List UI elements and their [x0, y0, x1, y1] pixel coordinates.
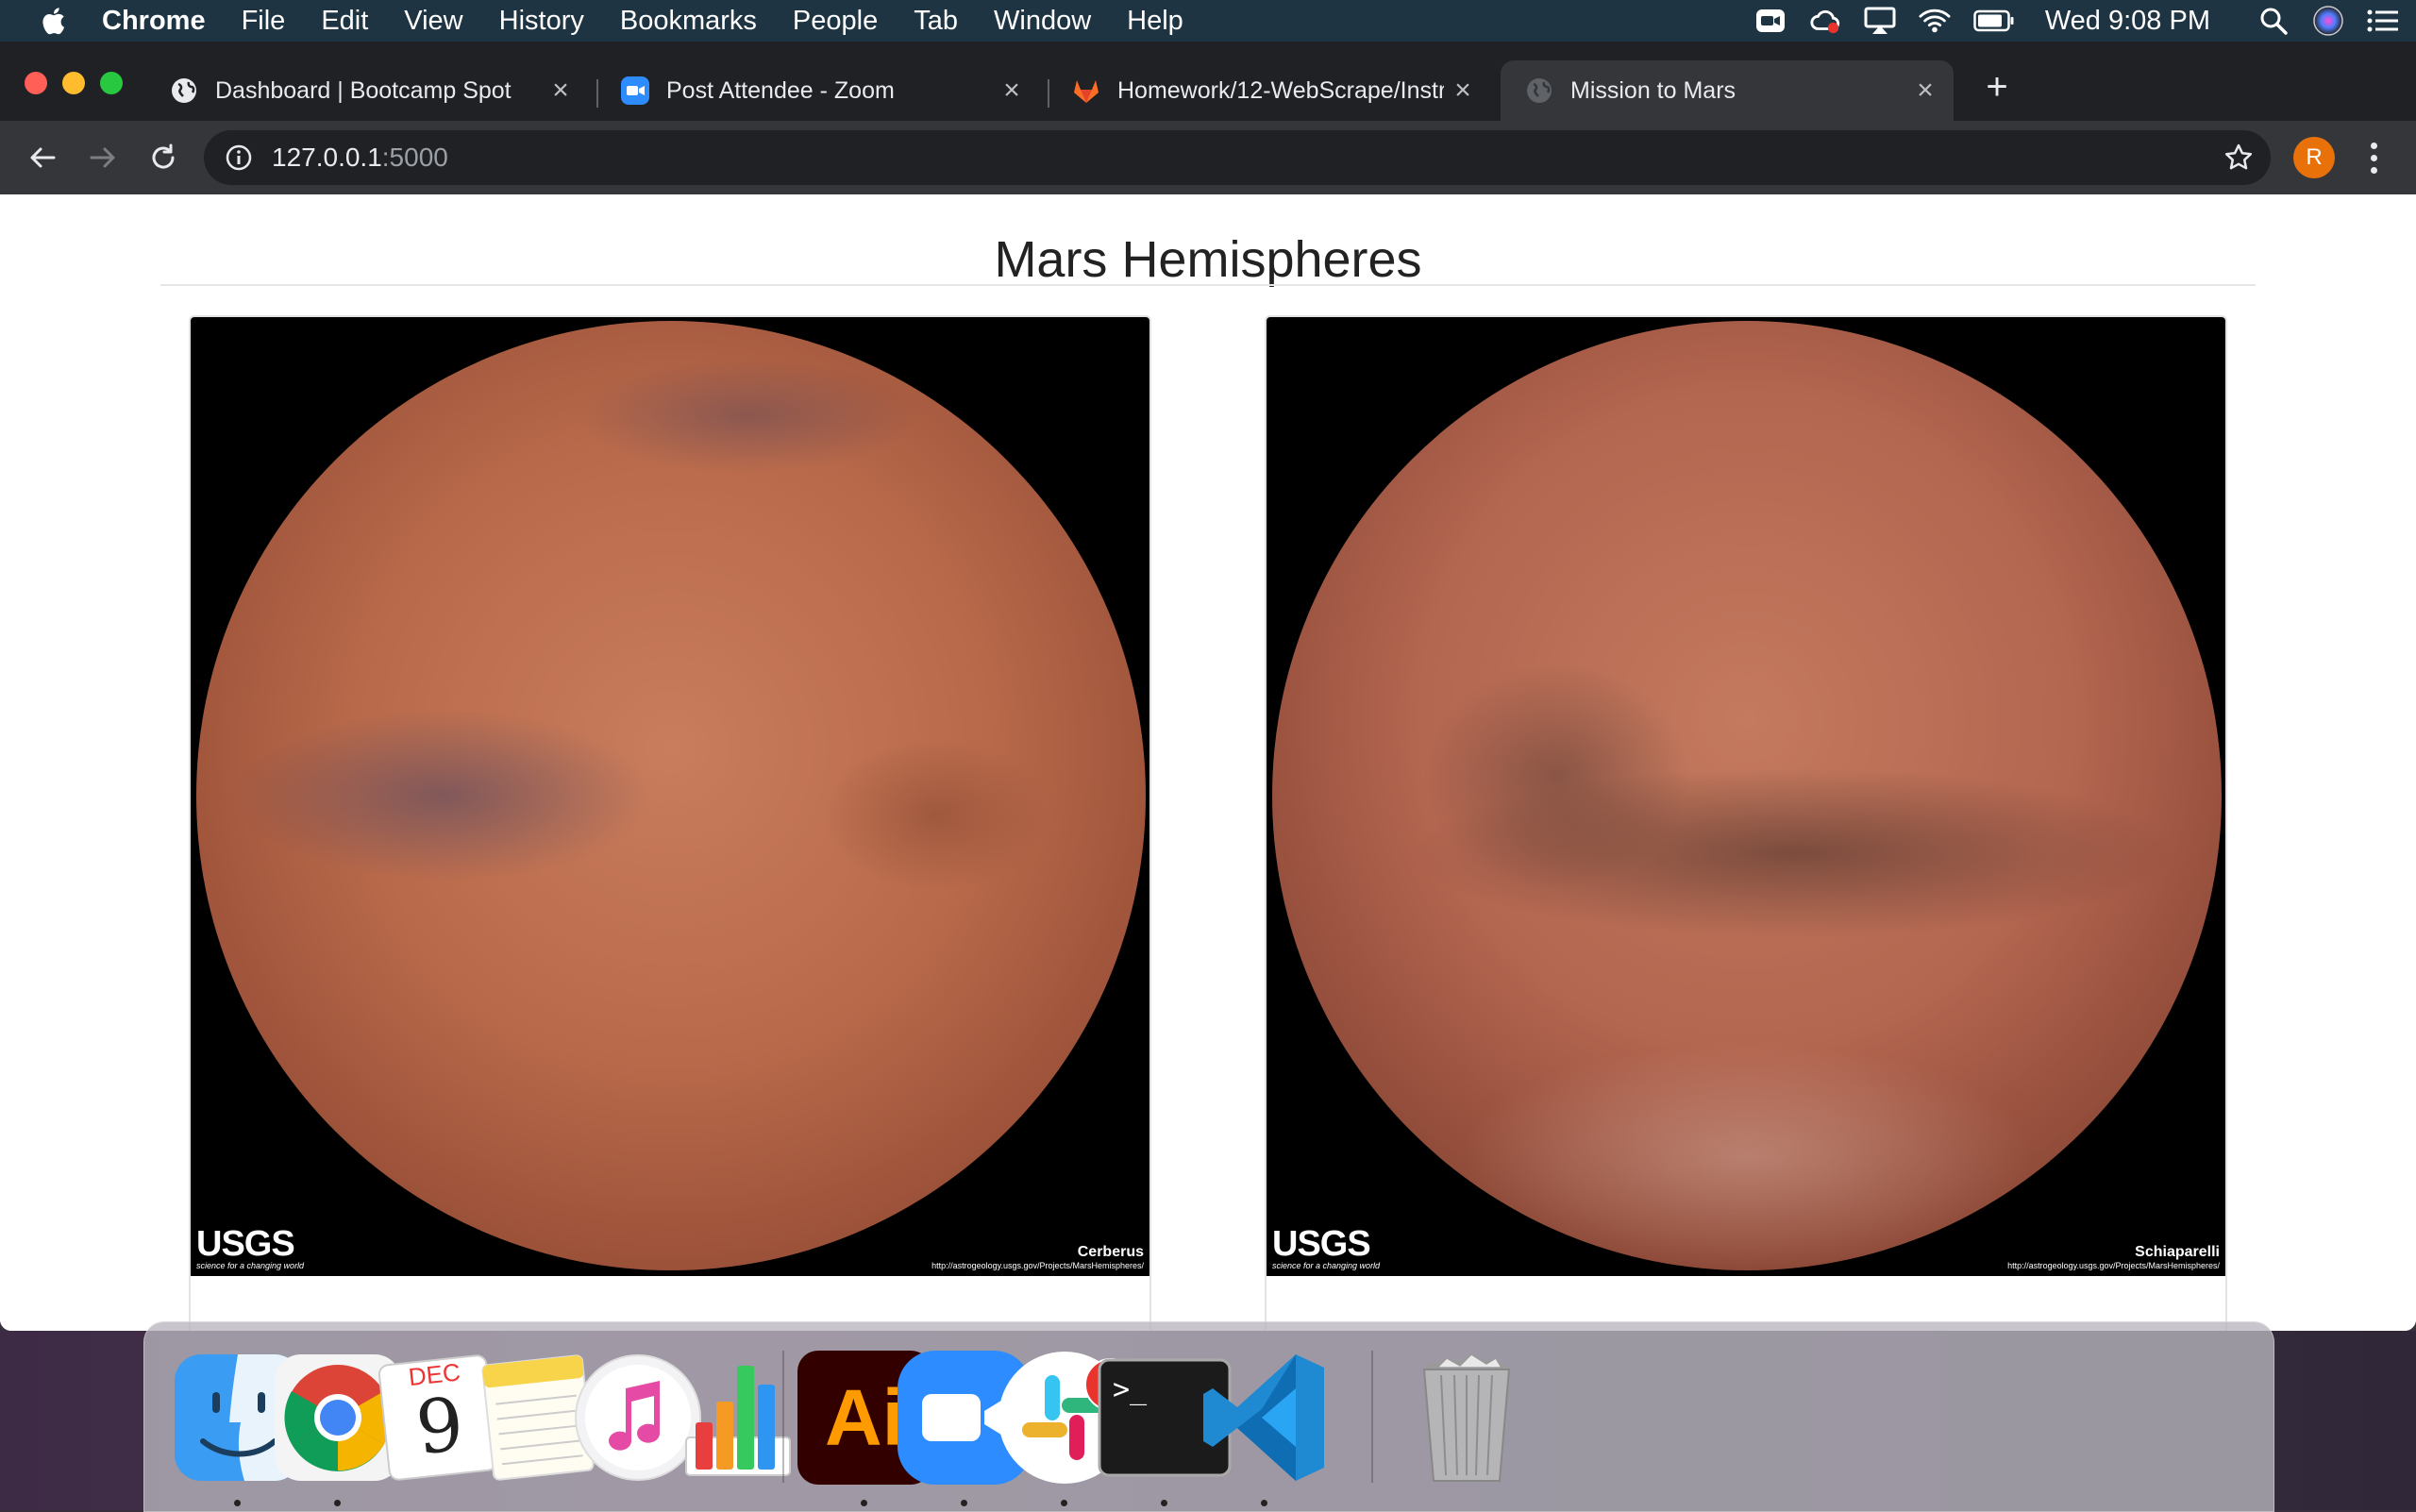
- menu-bar: Chrome File Edit View History Bookmarks …: [0, 0, 2416, 42]
- hemisphere-card-schiaparelli: USGS science for a changing world Schiap…: [1265, 315, 2227, 1331]
- mars-globe: [196, 321, 1146, 1270]
- chrome-window: Dashboard | Bootcamp Spot × Post Attende…: [0, 42, 2416, 1331]
- zoom-icon: [621, 76, 649, 105]
- menu-file[interactable]: File: [242, 6, 286, 37]
- menu-history[interactable]: History: [499, 6, 584, 37]
- browser-menu-icon[interactable]: [2359, 136, 2388, 179]
- site-info-icon[interactable]: [225, 143, 253, 172]
- tab-strip: Dashboard | Bootcamp Spot × Post Attende…: [0, 42, 2416, 121]
- menu-bookmarks[interactable]: Bookmarks: [620, 6, 757, 37]
- arrow-right-icon: [90, 147, 115, 168]
- creative-cloud-icon[interactable]: [1809, 7, 1841, 35]
- numbers-icon: [685, 1366, 791, 1476]
- hemisphere-caption: Cerberus http://astrogeology.usgs.gov/Pr…: [931, 1244, 1144, 1270]
- tab-close-icon[interactable]: ×: [1906, 75, 1944, 107]
- tab-homework-webscrape[interactable]: Homework/12-WebScrape/Instr ×: [1048, 60, 1491, 121]
- url-host: 127.0.0.1: [272, 143, 382, 172]
- window-minimize-button[interactable]: [62, 72, 85, 94]
- forward-button[interactable]: [83, 138, 123, 177]
- page-title: Mars Hemispheres: [994, 231, 1422, 288]
- menu-help[interactable]: Help: [1127, 6, 1183, 37]
- spotlight-search-icon[interactable]: [2257, 7, 2290, 35]
- hemisphere-image-cerberus[interactable]: USGS science for a changing world Cerber…: [191, 317, 1149, 1276]
- hemisphere-source-url: http://astrogeology.usgs.gov/Projects/Ma…: [2007, 1261, 2220, 1270]
- menu-view[interactable]: View: [404, 6, 462, 37]
- usgs-logo-tagline: science for a changing world: [1272, 1261, 1381, 1270]
- mars-globe: [1272, 321, 2222, 1270]
- hemisphere-caption: Schiaparelli http://astrogeology.usgs.go…: [2007, 1244, 2220, 1270]
- tab-title: Dashboard | Bootcamp Spot: [215, 76, 512, 104]
- web-page: Mars Hemispheres USGS science for a chan…: [0, 194, 2416, 1331]
- menu-edit[interactable]: Edit: [321, 6, 368, 37]
- browser-toolbar: 127.0.0.1:5000 R: [0, 121, 2416, 194]
- tab-dashboard-bootcamp-spot[interactable]: Dashboard | Bootcamp Spot ×: [145, 60, 589, 121]
- usgs-logo-tagline: science for a changing world: [196, 1261, 305, 1270]
- menubar-clock[interactable]: Wed 9:08 PM: [2045, 6, 2210, 37]
- hemisphere-image-schiaparelli[interactable]: USGS science for a changing world Schiap…: [1267, 317, 2225, 1276]
- dock-separator: [782, 1351, 784, 1483]
- running-indicator: [1161, 1500, 1167, 1506]
- trash-icon: [1422, 1353, 1511, 1482]
- dock-separator: [1371, 1351, 1373, 1483]
- terminal-prompt: >_: [1113, 1373, 1148, 1406]
- notification-center-icon[interactable]: [2367, 7, 2399, 35]
- airplay-icon[interactable]: [1864, 7, 1896, 35]
- usgs-logo: USGS science for a changing world: [196, 1224, 304, 1270]
- tab-post-attendee-zoom[interactable]: Post Attendee - Zoom ×: [596, 60, 1040, 121]
- globe-icon: [172, 78, 196, 103]
- usgs-logo-mark: USGS: [1272, 1224, 1371, 1264]
- hemisphere-card-cerberus: USGS science for a changing world Cerber…: [189, 315, 1151, 1331]
- tab-close-icon[interactable]: ×: [993, 75, 1031, 107]
- tab-title: Mission to Mars: [1570, 76, 1736, 104]
- dock-numbers[interactable]: [667, 1347, 809, 1488]
- tab-mission-to-mars[interactable]: Mission to Mars ×: [1501, 60, 1954, 121]
- reload-button[interactable]: [143, 138, 183, 177]
- globe-icon: [1527, 78, 1552, 103]
- address-bar[interactable]: 127.0.0.1:5000: [204, 130, 2271, 185]
- menu-app-chrome[interactable]: Chrome: [102, 6, 206, 37]
- menu-tab[interactable]: Tab: [914, 6, 958, 37]
- menu-people[interactable]: People: [793, 6, 878, 37]
- arrow-left-icon: [30, 147, 56, 168]
- hemisphere-source-url: http://astrogeology.usgs.gov/Projects/Ma…: [931, 1261, 1144, 1270]
- hemisphere-name: Cerberus: [1077, 1244, 1144, 1260]
- usgs-logo: USGS science for a changing world: [1272, 1224, 1380, 1270]
- wifi-icon[interactable]: [1919, 7, 1951, 35]
- window-zoom-button[interactable]: [100, 72, 123, 94]
- running-indicator: [1261, 1500, 1267, 1506]
- gitlab-icon: [1074, 80, 1099, 103]
- running-indicator: [861, 1500, 867, 1506]
- menu-window[interactable]: Window: [994, 6, 1091, 37]
- tab-close-icon[interactable]: ×: [1444, 75, 1482, 107]
- profile-avatar[interactable]: R: [2293, 137, 2335, 178]
- apple-icon[interactable]: [38, 5, 66, 37]
- siri-icon[interactable]: [2312, 6, 2344, 36]
- dock: DEC 9 Ai >_: [143, 1321, 2274, 1512]
- battery-icon[interactable]: [1973, 7, 2015, 35]
- dock-trash[interactable]: [1396, 1347, 1537, 1488]
- zoom-status-icon[interactable]: [1754, 7, 1787, 35]
- new-tab-button[interactable]: +: [1976, 66, 2018, 108]
- tab-close-icon[interactable]: ×: [542, 75, 579, 107]
- reload-icon: [152, 143, 175, 169]
- dock-visual-studio-code[interactable]: [1194, 1347, 1335, 1488]
- tab-title: Homework/12-WebScrape/Instr: [1117, 76, 1444, 104]
- url-port: :5000: [381, 143, 448, 172]
- window-close-button[interactable]: [25, 72, 47, 94]
- running-indicator: [1061, 1500, 1067, 1506]
- heading-divider: [160, 284, 2256, 286]
- vscode-icon: [1203, 1354, 1324, 1481]
- hemisphere-name: Schiaparelli: [2135, 1244, 2220, 1260]
- url-text: 127.0.0.1:5000: [272, 143, 448, 173]
- bookmark-star-icon[interactable]: [2223, 143, 2254, 173]
- usgs-logo-mark: USGS: [196, 1224, 295, 1264]
- running-indicator: [961, 1500, 967, 1506]
- running-indicator: [234, 1500, 241, 1506]
- tab-title: Post Attendee - Zoom: [666, 76, 895, 104]
- back-button[interactable]: [23, 138, 62, 177]
- running-indicator: [334, 1500, 341, 1506]
